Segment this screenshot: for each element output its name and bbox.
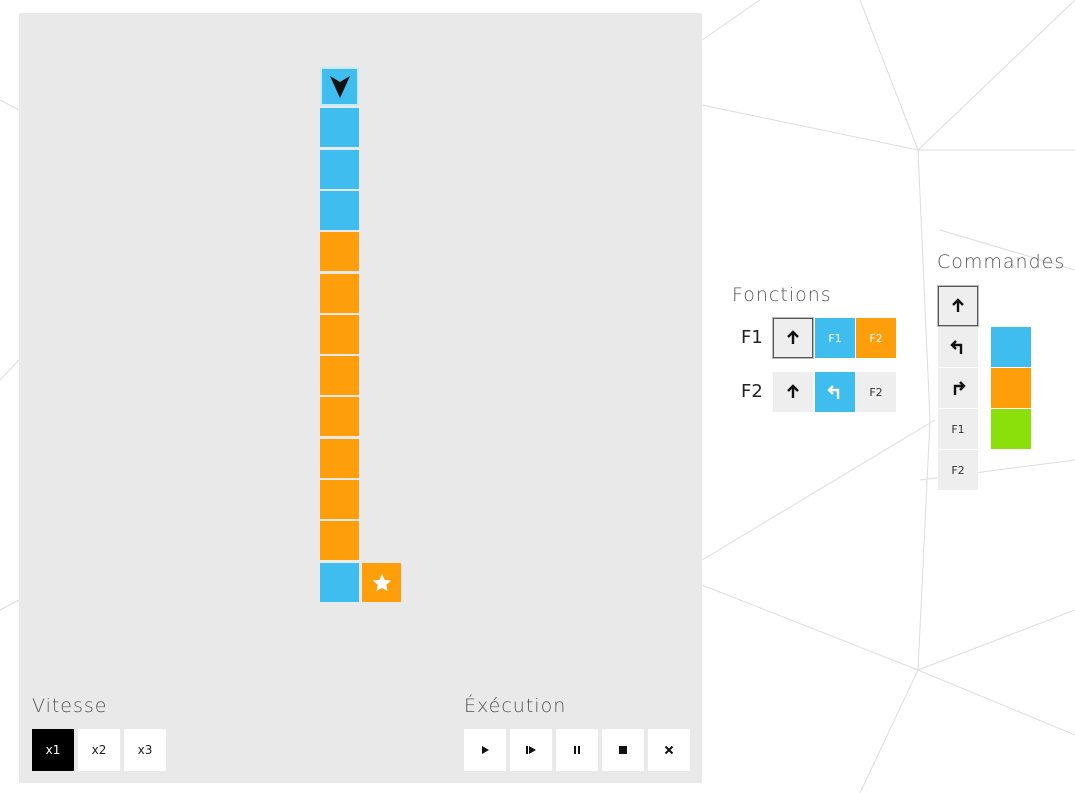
grid-cell bbox=[320, 191, 359, 230]
grid-cell bbox=[320, 274, 359, 313]
grid-cell bbox=[320, 439, 359, 478]
play-button[interactable] bbox=[464, 729, 506, 771]
color-blue-swatch[interactable] bbox=[991, 327, 1031, 367]
f2-slot-2[interactable] bbox=[815, 372, 855, 412]
grid-cell bbox=[320, 480, 359, 519]
speed-x1-button[interactable]: x1 bbox=[32, 729, 74, 771]
command-forward[interactable] bbox=[938, 286, 978, 326]
f1-slot-2[interactable]: F1 bbox=[815, 318, 855, 358]
grid-cell bbox=[320, 521, 359, 560]
pause-icon bbox=[574, 746, 580, 754]
grid-cell bbox=[320, 315, 359, 354]
forward-icon bbox=[787, 384, 799, 398]
command-f2[interactable]: F2 bbox=[938, 450, 978, 490]
f2-slot-1[interactable] bbox=[773, 372, 813, 412]
turn-left-icon bbox=[950, 340, 963, 354]
close-icon bbox=[664, 745, 674, 755]
grid-cell bbox=[320, 563, 359, 602]
speed-controls: x1 x2 x3 bbox=[32, 729, 166, 771]
command-f1[interactable]: F1 bbox=[938, 409, 978, 449]
command-turn-right[interactable] bbox=[938, 368, 978, 408]
turn-right-icon bbox=[953, 381, 966, 395]
grid-cell bbox=[320, 232, 359, 271]
stop-icon bbox=[619, 746, 627, 754]
color-orange-swatch[interactable] bbox=[991, 368, 1031, 408]
goal-cell bbox=[362, 563, 401, 602]
stop-button[interactable] bbox=[602, 729, 644, 771]
commands-title: Commandes bbox=[937, 251, 1066, 273]
reset-button[interactable] bbox=[648, 729, 690, 771]
speed-title: Vitesse bbox=[32, 695, 108, 717]
forward-icon bbox=[952, 298, 964, 312]
functions-title: Fonctions bbox=[732, 284, 832, 306]
robot-arrow-icon bbox=[329, 75, 350, 98]
grid-cell bbox=[320, 67, 359, 106]
grid-cell bbox=[320, 356, 359, 395]
pause-button[interactable] bbox=[556, 729, 598, 771]
step-button[interactable] bbox=[510, 729, 552, 771]
forward-icon bbox=[787, 330, 799, 344]
execution-title: Éxécution bbox=[464, 695, 567, 717]
speed-x3-button[interactable]: x3 bbox=[124, 729, 166, 771]
grid-cell bbox=[320, 397, 359, 436]
color-green-swatch[interactable] bbox=[991, 409, 1031, 449]
f1-slot-3[interactable]: F2 bbox=[856, 318, 896, 358]
turn-left-icon bbox=[827, 385, 840, 399]
play-icon bbox=[482, 746, 489, 754]
speed-x2-button[interactable]: x2 bbox=[78, 729, 120, 771]
step-icon bbox=[526, 746, 536, 754]
star-icon bbox=[372, 573, 391, 591]
execution-controls bbox=[464, 729, 690, 771]
f2-slot-3[interactable]: F2 bbox=[856, 372, 896, 412]
grid-cell bbox=[320, 108, 359, 147]
command-turn-left[interactable] bbox=[938, 327, 978, 367]
grid-cell bbox=[320, 150, 359, 189]
f1-slot-1[interactable] bbox=[773, 318, 813, 358]
game-board: Vitesse x1 x2 x3 Éxécution bbox=[19, 13, 702, 783]
